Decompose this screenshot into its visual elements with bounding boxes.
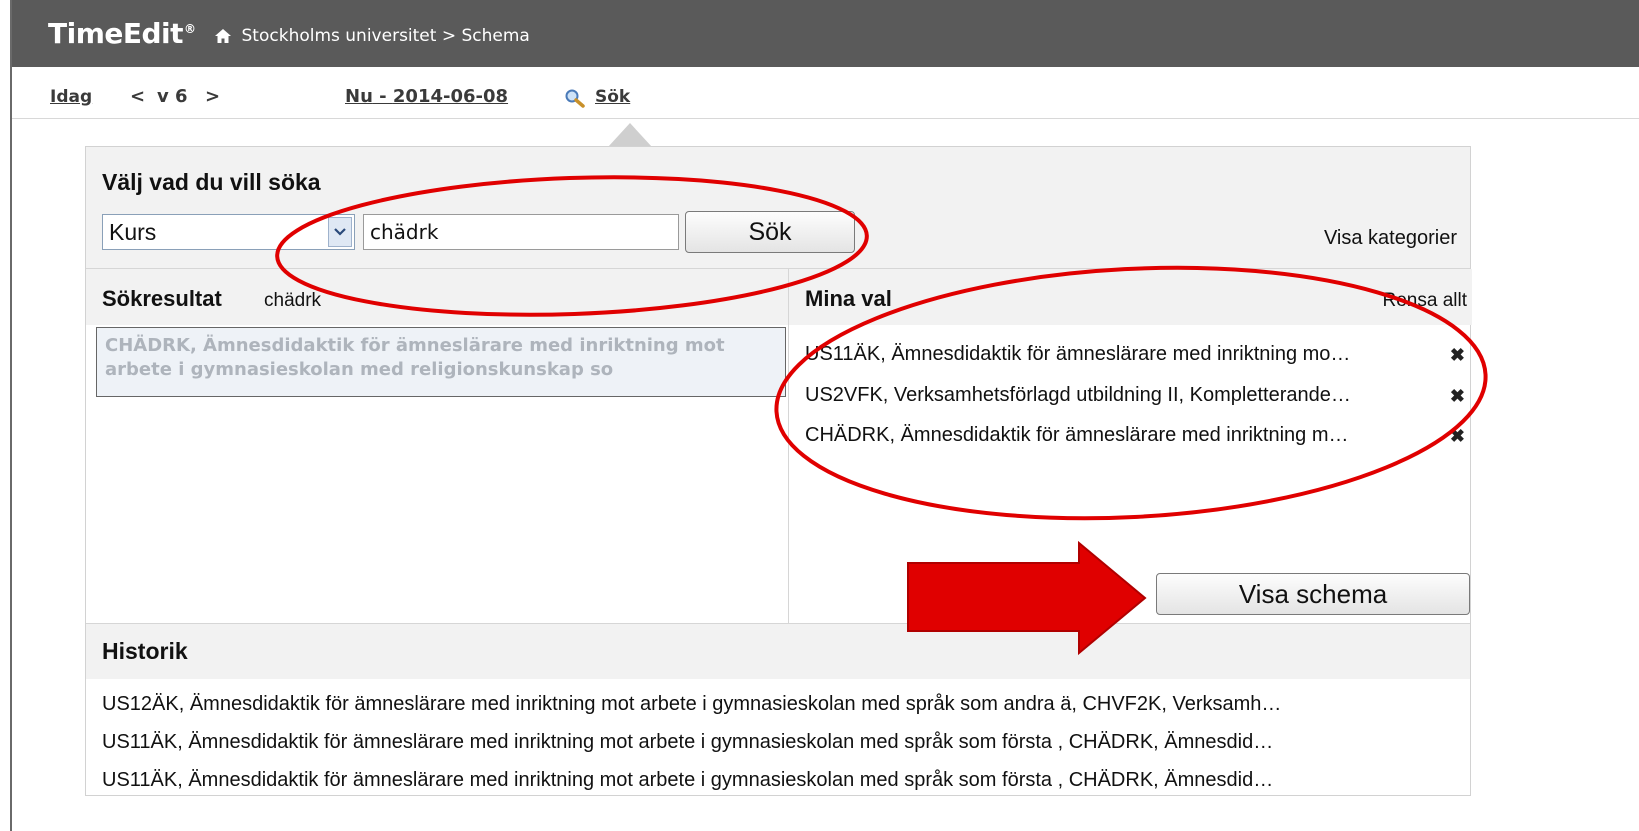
search-panel: Välj vad du vill söka Kurs Sök Visa kate… — [85, 146, 1472, 796]
search-results-header: Sökresultat chädrk — [86, 269, 788, 325]
navigation-row: Idag < v 6 > Nu - 2014-06-08 Sök — [12, 67, 1639, 119]
timeedit-logo[interactable]: TimeEdit® — [48, 17, 196, 50]
search-title: Välj vad du vill söka — [102, 169, 321, 195]
selection-item[interactable]: CHÄDRK, Ämnesdidaktik för ämneslärare me… — [805, 424, 1465, 464]
search-button[interactable]: Sök — [685, 211, 855, 253]
search-box: Välj vad du vill söka Kurs Sök Visa kate… — [86, 147, 1470, 269]
selection-item[interactable]: US11ÄK, Ämnesdidaktik för ämneslärare me… — [805, 343, 1465, 383]
home-icon[interactable] — [214, 28, 232, 44]
next-week-button[interactable]: > — [205, 86, 220, 107]
breadcrumb[interactable]: Stockholms universitet > Schema — [242, 26, 530, 46]
prev-week-button[interactable]: < — [130, 86, 145, 107]
close-icon[interactable]: ✖ — [1450, 426, 1465, 447]
history-item[interactable]: US12ÄK, Ämnesdidaktik för ämneslärare me… — [102, 693, 1472, 716]
history-header: Historik — [86, 623, 1470, 679]
search-results-title: Sökresultat — [102, 286, 222, 311]
chevron-down-icon[interactable] — [328, 217, 352, 247]
date-range-link[interactable]: Nu - 2014-06-08 — [345, 86, 508, 107]
week-label: v 6 — [157, 86, 188, 107]
history-item[interactable]: US11ÄK, Ämnesdidaktik för ämneslärare me… — [102, 731, 1472, 754]
search-result-item[interactable]: CHÄDRK, Ämnesdidaktik för ämneslärare me… — [96, 327, 786, 397]
search-results-column: Sökresultat chädrk — [86, 269, 789, 623]
my-selections-header: Mina val Rensa allt — [789, 269, 1472, 325]
top-bar: TimeEdit® Stockholms universitet > Schem… — [12, 0, 1639, 67]
search-input[interactable] — [363, 214, 679, 250]
close-icon[interactable]: ✖ — [1450, 386, 1465, 407]
panel-pointer — [608, 123, 652, 147]
selection-item[interactable]: US2VFK, Verksamhetsförlagd utbildning II… — [805, 384, 1465, 424]
search-nav-link[interactable]: Sök — [595, 87, 630, 107]
my-selections-title: Mina val — [805, 286, 892, 311]
search-results-query: chädrk — [264, 290, 322, 311]
search-type-value: Kurs — [109, 219, 157, 245]
show-categories-link[interactable]: Visa kategorier — [1324, 227, 1457, 250]
close-icon[interactable]: ✖ — [1450, 345, 1465, 366]
history-title: Historik — [102, 638, 188, 664]
magnifier-icon[interactable] — [564, 88, 586, 108]
today-link[interactable]: Idag — [50, 87, 92, 107]
selection-item-label: US2VFK, Verksamhetsförlagd utbildning II… — [805, 384, 1351, 406]
selection-item-label: US11ÄK, Ämnesdidaktik för ämneslärare me… — [805, 343, 1351, 365]
search-type-select[interactable]: Kurs — [102, 214, 355, 250]
clear-all-link[interactable]: Rensa allt — [1383, 290, 1468, 312]
history-item[interactable]: US11ÄK, Ämnesdidaktik för ämneslärare me… — [102, 769, 1472, 792]
selection-item-label: CHÄDRK, Ämnesdidaktik för ämneslärare me… — [805, 424, 1349, 446]
show-schedule-button[interactable]: Visa schema — [1156, 573, 1470, 615]
